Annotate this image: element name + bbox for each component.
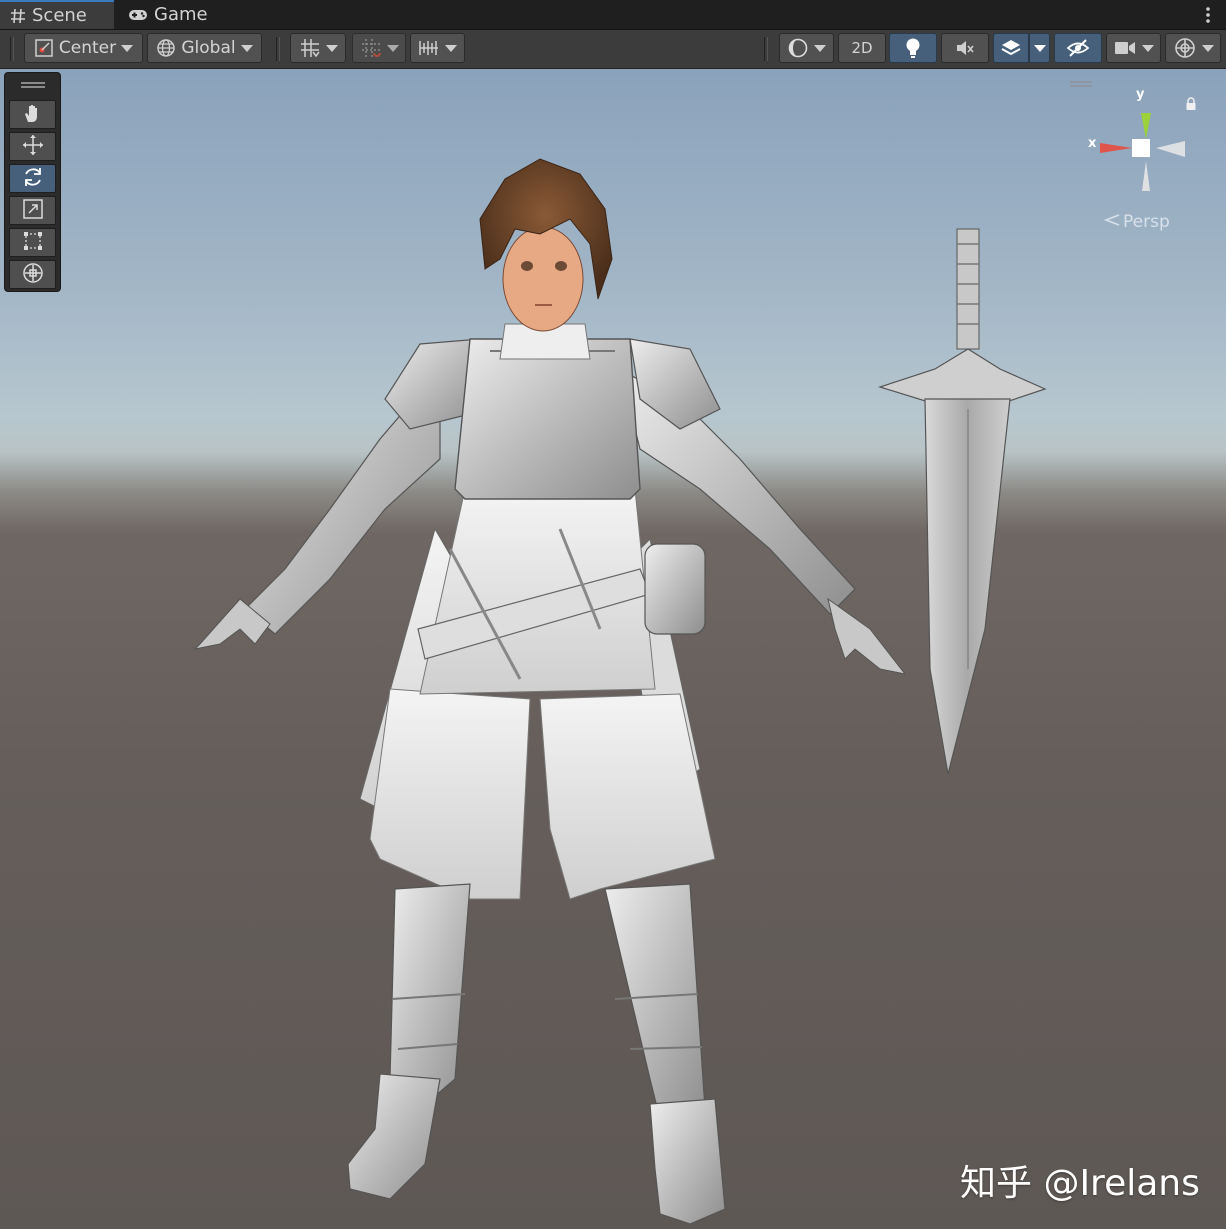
watermark-text: 知乎 @Irelans <box>960 1163 1200 1204</box>
chevron-down-icon <box>1201 44 1214 52</box>
chevron-down-icon <box>1033 44 1046 52</box>
sword-model[interactable] <box>878 228 1047 775</box>
toolbar-separator <box>764 37 768 61</box>
pivot-icon <box>34 38 54 58</box>
pivot-mode-dropdown[interactable]: Center <box>24 33 143 63</box>
light-bulb-icon <box>904 37 922 59</box>
snap-increment-icon <box>360 37 382 59</box>
increment-snap-dropdown[interactable] <box>352 33 406 63</box>
chevron-down-icon <box>814 44 826 52</box>
ruler-dropdown[interactable] <box>410 33 465 63</box>
transform-icon <box>21 261 45 289</box>
shading-mode-dropdown[interactable] <box>779 33 834 63</box>
gizmo-neg-y-axis[interactable] <box>1142 161 1150 191</box>
toggle-2d-label: 2D <box>851 39 873 57</box>
gizmo-center-cube[interactable] <box>1132 139 1150 157</box>
projection-toggle[interactable]: Persp <box>1103 212 1170 232</box>
move-icon <box>21 133 45 161</box>
hidden-eye-icon <box>1066 37 1090 59</box>
lighting-toggle[interactable] <box>889 33 937 63</box>
effects-layers-icon <box>1000 37 1022 59</box>
chevron-down-icon <box>240 44 253 52</box>
orientation-gizmo[interactable] <box>1080 81 1210 221</box>
chevron-down-icon <box>1142 44 1154 52</box>
tool-transform[interactable] <box>9 260 56 289</box>
grid-snapping-dropdown[interactable] <box>290 33 346 63</box>
chevron-down-icon <box>121 44 134 52</box>
effects-dropdown[interactable] <box>1029 33 1050 63</box>
character-model[interactable] <box>193 158 907 1225</box>
globe-icon <box>156 38 176 58</box>
space-mode-dropdown[interactable]: Global <box>147 33 262 63</box>
effects-toggle[interactable] <box>993 33 1029 63</box>
chevron-down-icon <box>445 44 457 52</box>
gizmos-icon <box>1173 36 1197 60</box>
camera-icon <box>1113 38 1137 58</box>
gizmo-x-label: x <box>1088 136 1097 151</box>
scene-window: Scene Game Center Global 2D y x Persp 知乎… <box>0 0 1226 1229</box>
hash-icon <box>10 8 26 24</box>
ruler-icon <box>418 37 440 59</box>
hand-icon <box>22 102 44 128</box>
tab-bar: Scene Game <box>0 0 1226 30</box>
tab-game-label: Game <box>154 4 208 25</box>
tool-hand[interactable] <box>9 100 56 129</box>
space-mode-label: Global <box>181 38 236 58</box>
perspective-icon <box>1103 212 1121 232</box>
tool-rect[interactable] <box>9 228 56 257</box>
gizmo-y-label: y <box>1136 87 1145 102</box>
chevron-down-icon <box>325 44 338 52</box>
scene-camera-dropdown[interactable] <box>1106 33 1161 63</box>
rotate-icon <box>21 165 45 193</box>
chevron-down-icon <box>386 44 399 52</box>
scene-render <box>193 158 1047 1225</box>
tool-move[interactable] <box>9 132 56 161</box>
tool-palette <box>4 72 61 292</box>
gizmo-x-axis[interactable] <box>1100 143 1132 153</box>
toggle-2d-button[interactable]: 2D <box>838 33 886 63</box>
gizmo-y-axis[interactable] <box>1141 113 1151 139</box>
pivot-mode-label: Center <box>58 38 117 58</box>
grid-snap-icon <box>299 37 321 59</box>
tab-scene-label: Scene <box>32 5 87 26</box>
mute-audio-icon <box>954 37 976 59</box>
projection-label: Persp <box>1123 212 1170 232</box>
shading-sphere-icon <box>787 37 809 59</box>
tool-scale[interactable] <box>9 196 56 225</box>
audio-toggle[interactable] <box>941 33 989 63</box>
toolbar-separator <box>276 37 280 61</box>
gizmo-neg-x-axis[interactable] <box>1156 141 1185 157</box>
toolbar-separator <box>10 37 14 61</box>
palette-grip-icon[interactable] <box>21 82 45 88</box>
scene-viewport[interactable]: y x Persp 知乎 @Irelans <box>0 69 1226 1229</box>
scene-toolbar: Center Global 2D <box>0 30 1226 69</box>
tab-game[interactable]: Game <box>126 0 208 29</box>
gamepad-icon <box>128 8 148 22</box>
tool-rotate[interactable] <box>9 164 56 193</box>
gizmos-dropdown[interactable] <box>1165 33 1221 63</box>
tab-scene[interactable]: Scene <box>0 0 114 29</box>
more-options-icon[interactable] <box>1204 5 1212 25</box>
scale-icon <box>22 198 44 224</box>
scene-visibility-toggle[interactable] <box>1054 33 1102 63</box>
rect-icon <box>22 230 44 256</box>
